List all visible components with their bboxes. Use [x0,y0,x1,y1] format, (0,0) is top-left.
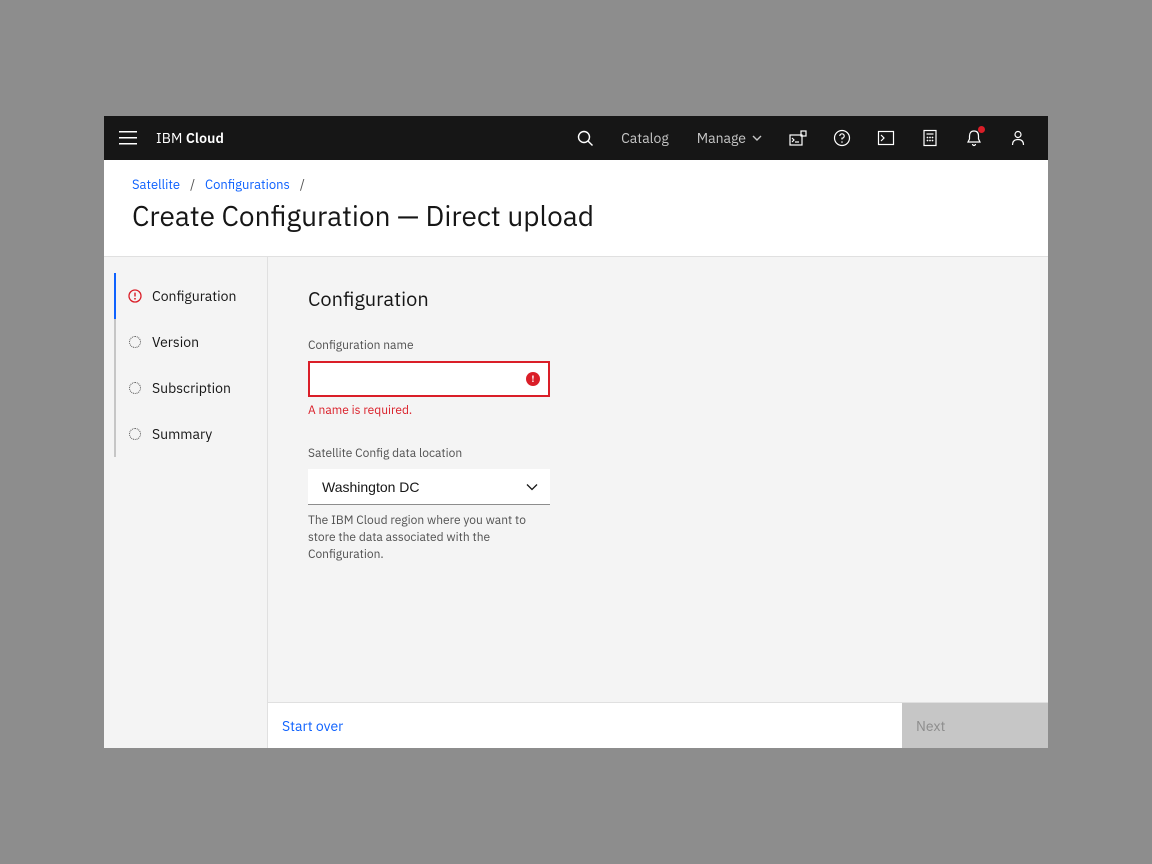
start-over-button[interactable]: Start over [268,703,902,748]
location-helper: The IBM Cloud region where you want to s… [308,513,550,563]
brand-prefix: IBM [156,129,186,147]
step-status-icon [128,427,142,441]
hamburger-icon [119,131,137,145]
config-name-input-wrap [308,361,550,397]
shell-icon-button[interactable] [776,116,820,160]
wizard-footer: Start over Next [268,702,1048,748]
user-icon [1010,129,1026,147]
step-configuration[interactable]: Configuration [114,273,267,319]
content-wrap: Configuration Configuration name A name … [268,257,1048,748]
step-status-icon [128,381,142,395]
next-label: Next [916,717,945,735]
step-status-icon [128,335,142,349]
terminal-icon [877,130,895,146]
incomplete-icon [129,428,141,440]
incomplete-icon [129,382,141,394]
notifications-button[interactable] [952,116,996,160]
start-over-label: Start over [282,717,343,735]
breadcrumb-configurations[interactable]: Configurations [205,176,290,193]
page-header: Satellite / Configurations / Create Conf… [104,160,1048,257]
search-icon [577,130,594,147]
page-title: Create Configuration — Direct upload [132,197,1020,234]
brand-bold: Cloud [186,129,224,147]
console-icon-button[interactable] [864,116,908,160]
app-window: IBM Cloud Catalog Manage [104,116,1048,748]
notification-badge [978,126,985,133]
manage-label: Manage [697,129,746,147]
breadcrumb: Satellite / Configurations / [132,176,1020,193]
help-button[interactable] [820,116,864,160]
cloud-shell-icon [789,130,807,146]
cost-icon-button[interactable] [908,116,952,160]
chevron-down-icon [752,135,762,141]
form-content: Configuration Configuration name A name … [268,257,1048,702]
location-label: Satellite Config data location [308,446,1008,461]
step-label: Summary [152,425,212,443]
search-button[interactable] [563,116,607,160]
cost-estimator-icon [922,129,938,147]
next-button[interactable]: Next [902,703,1048,748]
step-label: Version [152,333,199,351]
step-summary[interactable]: Summary [114,411,267,457]
top-bar: IBM Cloud Catalog Manage [104,116,1048,160]
user-button[interactable] [996,116,1040,160]
breadcrumb-separator: / [190,176,195,193]
location-select-wrap: Washington DC [308,469,550,505]
step-label: Configuration [152,287,236,305]
manage-dropdown[interactable]: Manage [683,116,776,160]
catalog-label: Catalog [621,129,669,147]
step-version[interactable]: Version [114,319,267,365]
config-name-error: A name is required. [308,403,1008,418]
menu-button[interactable] [104,116,152,160]
error-circle-icon [128,289,142,303]
brand-label[interactable]: IBM Cloud [152,129,224,147]
config-name-input[interactable] [308,361,550,397]
wizard-sidebar: Configuration Version Subscription Summa… [104,257,268,748]
breadcrumb-separator: / [300,176,305,193]
error-icon [526,372,540,386]
config-name-label: Configuration name [308,338,1008,353]
step-label: Subscription [152,379,231,397]
help-icon [833,129,851,147]
location-select[interactable]: Washington DC [308,469,550,505]
catalog-link[interactable]: Catalog [607,116,683,160]
body: Configuration Version Subscription Summa… [104,257,1048,748]
step-status-icon [128,289,142,303]
breadcrumb-satellite[interactable]: Satellite [132,176,180,193]
step-subscription[interactable]: Subscription [114,365,267,411]
section-title: Configuration [308,285,1008,312]
incomplete-icon [129,336,141,348]
